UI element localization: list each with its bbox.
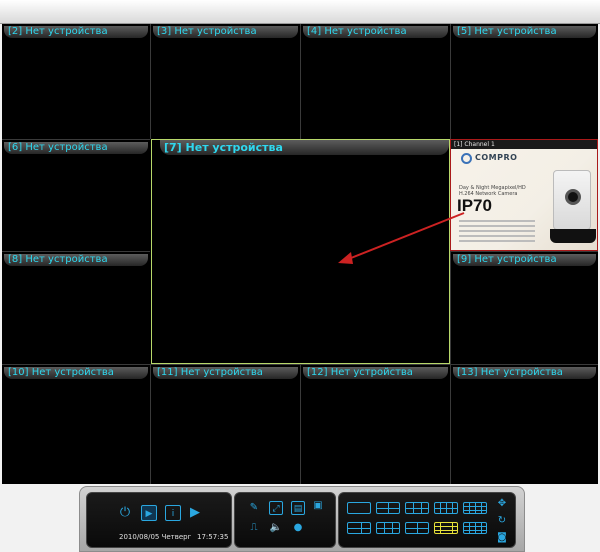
record-icon[interactable]: ▤ bbox=[291, 501, 305, 515]
speaker-icon[interactable]: 🔈 bbox=[269, 521, 283, 535]
playback-group: ⏻ ▶ i ▶ 2010/08/05 Четверг 17:57:35 bbox=[86, 492, 232, 548]
loop-icon[interactable]: ↻ bbox=[495, 514, 509, 528]
signal-icon[interactable]: ⎍ bbox=[247, 521, 261, 535]
layout-1plus7-button[interactable] bbox=[376, 522, 400, 534]
layout-1x1-button[interactable] bbox=[347, 502, 371, 514]
layout-2x2-button[interactable] bbox=[376, 502, 400, 514]
layout-5x5-button[interactable] bbox=[463, 502, 487, 514]
play-icon[interactable]: ▶ bbox=[187, 505, 203, 521]
power-icon[interactable]: ⏻ bbox=[117, 505, 133, 521]
playback-icon[interactable]: ▶ bbox=[141, 505, 157, 521]
title-bar bbox=[0, 0, 600, 24]
snapshot-icon[interactable]: ◙ bbox=[495, 531, 509, 545]
control-panel: ⏻ ▶ i ▶ 2010/08/05 Четверг 17:57:35 ✎ ⤢ … bbox=[79, 486, 525, 552]
chat-icon[interactable]: ● bbox=[291, 521, 305, 535]
layout-3x3-button[interactable] bbox=[405, 502, 429, 514]
tools-group: ✎ ⤢ ▤ ▣ ⎍ 🔈 ● bbox=[234, 492, 336, 548]
layout-4x4-button[interactable] bbox=[434, 502, 458, 514]
info-icon[interactable]: i bbox=[165, 505, 181, 521]
layout-1plus9-button[interactable] bbox=[405, 522, 429, 534]
status-time: 17:57:35 bbox=[197, 533, 229, 541]
ptz-icon[interactable]: ✥ bbox=[495, 497, 509, 511]
drag-arrow-icon bbox=[338, 212, 465, 264]
fullscreen-icon[interactable]: ⤢ bbox=[269, 501, 283, 515]
status-date: 2010/08/05 Четверг bbox=[119, 533, 192, 541]
cameras-icon[interactable]: ▣ bbox=[311, 499, 325, 513]
video-grid: [2] Нет устройства [3] Нет устройства [4… bbox=[2, 24, 598, 484]
wrench-icon[interactable]: ✎ bbox=[247, 501, 261, 515]
nvr-window: [2] Нет устройства [3] Нет устройства [4… bbox=[0, 0, 600, 552]
layout-1plus5-button[interactable] bbox=[347, 522, 371, 534]
layout-4x4-alt-button[interactable] bbox=[463, 522, 487, 534]
layout-1plus12-button[interactable] bbox=[434, 522, 458, 534]
layout-group: ✥ ↻ ◙ bbox=[338, 492, 516, 548]
